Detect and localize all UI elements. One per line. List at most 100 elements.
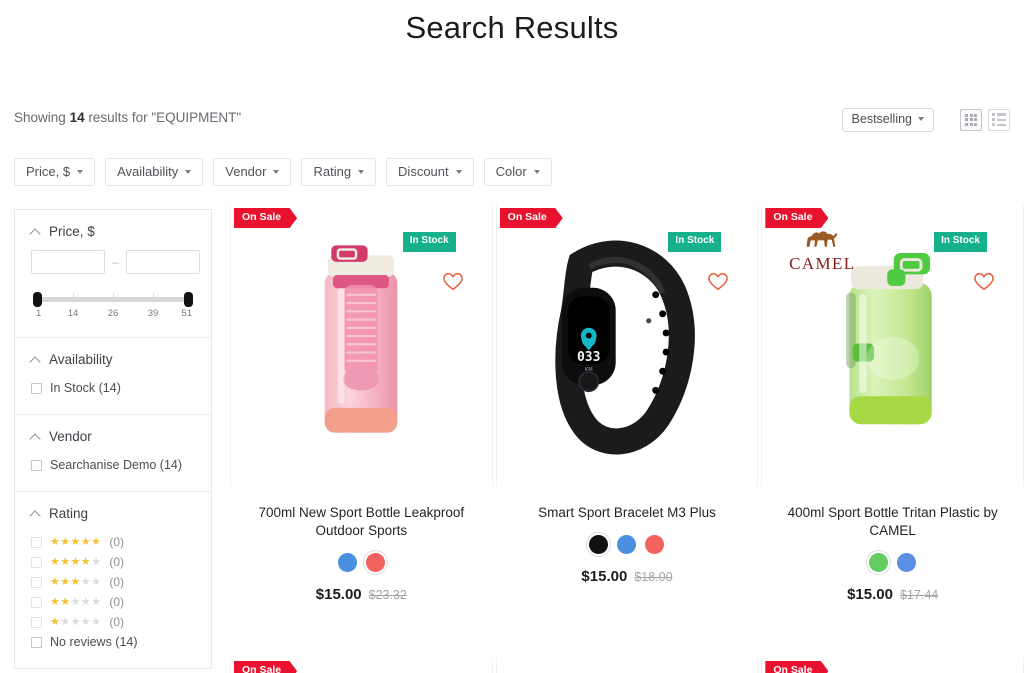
- color-swatch[interactable]: [897, 553, 917, 573]
- color-swatch[interactable]: [645, 535, 665, 555]
- product-image-area[interactable]: On Sale In Stock CAMEL: [761, 205, 1024, 487]
- product-title[interactable]: 400ml Sport Bottle Tritan Plastic by CAM…: [779, 504, 1006, 540]
- filter-chip-price[interactable]: Price, $: [14, 158, 96, 186]
- price-tick-label: 39: [147, 308, 159, 319]
- color-swatch[interactable]: [337, 553, 357, 573]
- brand-logo-name: CAMEL: [789, 254, 856, 273]
- sort-label: Bestselling: [851, 112, 912, 126]
- checkbox[interactable]: [31, 596, 42, 608]
- price-slider-handle-min[interactable]: [33, 292, 42, 307]
- product-card[interactable]: On Sale: [230, 658, 493, 673]
- price-min-input[interactable]: [31, 250, 105, 274]
- product-price: $15.00: [581, 568, 628, 586]
- filter-chip-label: Discount: [398, 164, 449, 179]
- rating-option-3-star[interactable]: ★★★★★ (0): [31, 572, 195, 592]
- checkbox[interactable]: [31, 556, 42, 568]
- color-swatch[interactable]: [365, 553, 385, 573]
- rating-option-no-reviews[interactable]: No reviews (14): [31, 632, 195, 652]
- product-card[interactable]: On Sale In Stock CAMEL 400ml Sport Bottle T…: [761, 205, 1024, 624]
- wishlist-button[interactable]: [707, 271, 729, 291]
- rating-stars-icon: ★★★★★: [50, 535, 102, 548]
- checkbox[interactable]: [31, 536, 42, 548]
- filter-chip-color[interactable]: Color: [483, 158, 552, 186]
- availability-option-in-stock[interactable]: In Stock (14): [31, 378, 195, 398]
- filter-chips-row: Price, $ Availability Vendor Rating Discount…: [14, 158, 552, 186]
- rating-stars-icon: ★★★★★: [50, 575, 102, 588]
- product-price: $15.00: [315, 586, 362, 604]
- filter-chip-label: Price, $: [26, 164, 71, 179]
- checkbox[interactable]: [31, 459, 42, 471]
- rating-option-count: (0): [109, 575, 124, 589]
- filter-chip-discount[interactable]: Discount: [386, 158, 474, 186]
- product-price-row: $15.00 $18.00: [496, 568, 759, 585]
- price-slider[interactable]: 1 14 26 39 51: [33, 291, 193, 321]
- product-title[interactable]: 700ml New Sport Bottle Leakproof Outdoor…: [248, 504, 475, 540]
- color-swatch[interactable]: [589, 535, 609, 555]
- wishlist-heart-icon[interactable]: [442, 271, 464, 291]
- chevron-up-icon: [31, 432, 40, 441]
- product-color-swatches: [496, 535, 759, 555]
- wishlist-heart-icon[interactable]: [707, 271, 729, 291]
- rating-option-2-star[interactable]: ★★★★★ (0): [31, 592, 195, 612]
- rating-option-1-star[interactable]: ★★★★★ (0): [31, 612, 195, 632]
- filter-chip-vendor[interactable]: Vendor: [213, 158, 292, 186]
- price-slider-ticks: 1 14 26 39 51: [33, 308, 193, 320]
- price-tick-label: 51: [181, 308, 192, 319]
- price-tick-label: 14: [67, 308, 79, 319]
- facet-vendor: Vendor Searchanise Demo (14): [15, 415, 211, 492]
- filter-chip-label: Color: [495, 164, 527, 179]
- chevron-down-icon: [918, 117, 924, 122]
- product-card[interactable]: On Sale: [761, 658, 1024, 673]
- checkbox[interactable]: [31, 616, 42, 628]
- rating-option-count: (0): [109, 555, 124, 569]
- wishlist-button[interactable]: [442, 271, 464, 291]
- price-range-separator: –: [112, 255, 119, 269]
- product-title[interactable]: Smart Sport Bracelet M3 Plus: [514, 504, 741, 522]
- facet-rating: Rating ★★★★★ (0) ★★★★★ (0) ★★★★★ (0) ★★★★★ (0) ★…: [15, 492, 211, 668]
- availability-option-label: In Stock (14): [50, 381, 121, 395]
- price-slider-handle-max[interactable]: [184, 292, 193, 307]
- results-count-text: Showing 14 results for "EQUIPMENT": [14, 110, 241, 125]
- filter-chip-availability[interactable]: Availability: [105, 158, 204, 186]
- checkbox[interactable]: [31, 636, 42, 648]
- rating-option-5-star[interactable]: ★★★★★ (0): [31, 532, 195, 552]
- sale-badge: On Sale: [234, 661, 298, 673]
- wishlist-button[interactable]: [973, 271, 995, 291]
- filter-chip-label: Availability: [117, 164, 179, 179]
- product-image-area[interactable]: On Sale In Stock 033 KM: [495, 205, 759, 487]
- facet-rating-header[interactable]: Rating: [31, 506, 195, 521]
- showing-suffix: results for "EQUIPMENT": [88, 110, 242, 125]
- facet-price-header[interactable]: Price, $: [31, 224, 195, 239]
- color-swatch[interactable]: [869, 553, 889, 573]
- color-swatch[interactable]: [617, 535, 637, 555]
- svg-text:033: 033: [577, 350, 601, 365]
- product-color-swatches: [761, 553, 1024, 573]
- list-view-button[interactable]: [988, 108, 1010, 131]
- page-title: Search Results: [405, 10, 619, 45]
- vendor-option-searchanise-demo[interactable]: Searchanise Demo (14): [31, 455, 195, 475]
- chevron-up-icon: [31, 509, 40, 518]
- product-card[interactable]: On Sale In Stock 033 KM Smart Sport Bracelet…: [495, 205, 759, 624]
- grid-view-button[interactable]: [960, 108, 982, 131]
- checkbox[interactable]: [31, 382, 42, 394]
- product-card[interactable]: On Sale In Stock 700ml New Sport Bottle Le…: [230, 205, 493, 624]
- facet-availability: Availability In Stock (14): [15, 338, 211, 415]
- product-card[interactable]: [495, 658, 759, 673]
- chevron-down-icon: [273, 169, 280, 174]
- stock-badge: In Stock: [934, 232, 987, 252]
- facet-vendor-header[interactable]: Vendor: [31, 429, 195, 444]
- chevron-down-icon: [533, 169, 540, 174]
- sort-dropdown[interactable]: Bestselling: [841, 108, 934, 132]
- checkbox[interactable]: [31, 576, 42, 588]
- showing-prefix: Showing: [14, 110, 66, 125]
- grid-view-icon: [964, 113, 978, 126]
- rating-option-4-star[interactable]: ★★★★★ (0): [31, 552, 195, 572]
- sale-badge: On Sale: [765, 208, 829, 229]
- facet-availability-header[interactable]: Availability: [31, 352, 195, 367]
- price-tick-label: 1: [36, 308, 42, 319]
- price-range-inputs: –: [31, 250, 200, 274]
- price-max-input[interactable]: [125, 250, 200, 274]
- wishlist-heart-icon[interactable]: [973, 271, 995, 291]
- product-image-area[interactable]: On Sale In Stock: [230, 205, 493, 487]
- filter-chip-rating[interactable]: Rating: [301, 158, 377, 186]
